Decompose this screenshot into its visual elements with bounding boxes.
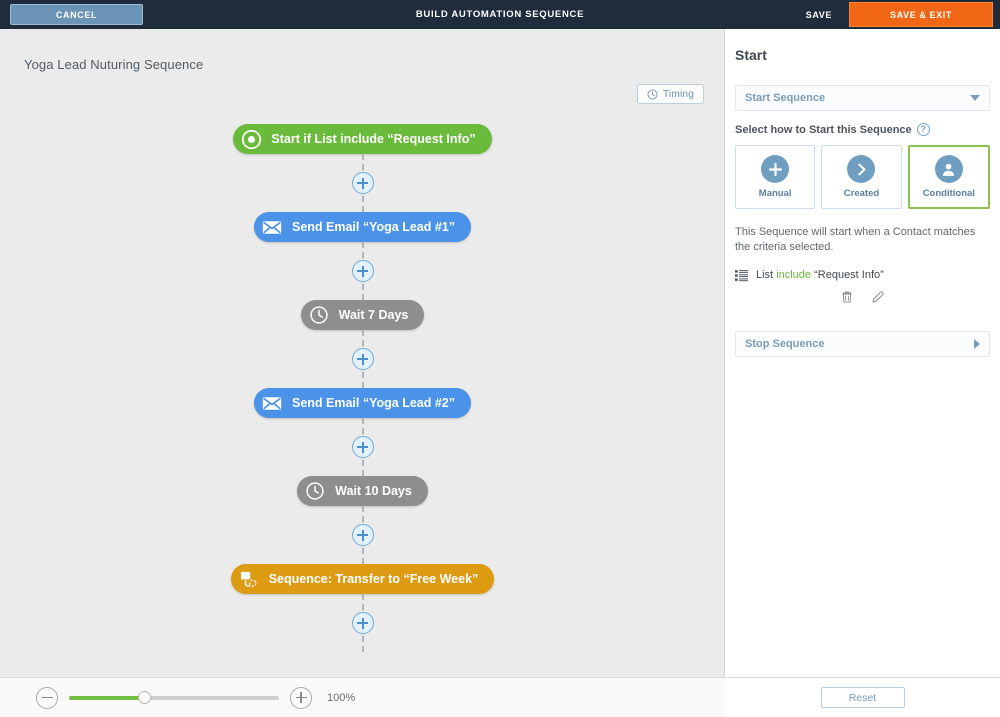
start-type-card-label: Created [843, 188, 880, 199]
timing-button[interactable]: Timing [636, 84, 704, 104]
zoom-slider[interactable] [69, 691, 279, 704]
sequence-canvas[interactable]: Yoga Lead Nuturing Sequence Timing Start… [0, 29, 725, 677]
properties-panel: Start Start Sequence Select how to Start… [725, 29, 1000, 677]
select-how-label: Select how to Start this Sequence [735, 123, 912, 136]
clock-icon [304, 480, 326, 502]
zoom-level-value: 100% [327, 691, 356, 704]
connector [350, 154, 376, 212]
chevron-right-icon [847, 155, 876, 183]
start-type-card-label: Manual [758, 188, 792, 199]
automation-builder-app: CANCEL BUILD AUTOMATION SEQUENCE SAVE SA… [0, 0, 1000, 717]
criteria-row: List include “Request Info” [735, 269, 990, 282]
stop-sequence-value: Stop Sequence [745, 337, 825, 350]
envelope-icon [261, 216, 283, 238]
start-sequence-value: Start Sequence [745, 92, 826, 104]
zoom-out-button[interactable] [36, 686, 58, 709]
sequence-node-wait-1[interactable]: Wait 7 Days [300, 300, 425, 330]
sequence-node-label: Start if List include “Request Info” [271, 132, 476, 146]
plus-circle-icon [761, 155, 790, 183]
criteria-field: List [756, 269, 774, 282]
add-step-button[interactable] [351, 348, 374, 370]
panel-title: Start [735, 47, 767, 63]
save-and-exit-button[interactable]: SAVE & EXIT [849, 2, 993, 27]
sequence-flow: Start if List include “Request Info” Sen… [0, 124, 725, 652]
zoom-in-button[interactable] [290, 686, 312, 709]
list-icon [735, 269, 748, 281]
reset-button[interactable]: Reset [820, 687, 905, 708]
sequence-node-email-1[interactable]: Send Email “Yoga Lead #1” [253, 212, 471, 242]
chevron-right-icon [974, 338, 980, 349]
criteria-operator: include [776, 269, 812, 282]
add-step-button[interactable] [351, 172, 374, 194]
connector [350, 506, 376, 564]
add-step-button[interactable] [351, 436, 374, 458]
start-sequence-dropdown[interactable]: Start Sequence [735, 85, 990, 111]
start-type-card-manual[interactable]: Manual [735, 145, 816, 209]
sequence-node-wait-2[interactable]: Wait 10 Days [297, 476, 428, 506]
person-icon [934, 155, 963, 183]
connector [350, 594, 376, 652]
sequence-node-label: Wait 10 Days [335, 484, 412, 498]
connector [350, 418, 376, 476]
clock-icon [647, 89, 658, 99]
sequence-node-start[interactable]: Start if List include “Request Info” [233, 124, 492, 154]
sequence-node-label: Sequence: Transfer to “Free Week” [268, 572, 479, 586]
clock-icon [308, 304, 330, 326]
top-bar: CANCEL BUILD AUTOMATION SEQUENCE SAVE SA… [0, 0, 1000, 29]
zoom-bar: 100% [0, 677, 725, 717]
criteria-value: “Request Info” [814, 269, 884, 282]
add-step-button[interactable] [351, 260, 374, 282]
start-type-card-conditional[interactable]: Conditional [907, 145, 990, 209]
envelope-icon [261, 392, 283, 414]
panel-footer: Reset [725, 677, 1000, 717]
zoom-slider-fill [69, 695, 145, 700]
select-how-label-row: Select how to Start this Sequence ? [735, 123, 1000, 136]
chevron-down-icon [970, 95, 980, 101]
criteria-text: List include “Request Info” [756, 269, 884, 281]
connector [350, 242, 376, 300]
start-type-card-label: Conditional [922, 188, 975, 199]
trash-icon[interactable] [840, 290, 854, 309]
help-icon[interactable]: ? [916, 123, 930, 136]
sequence-node-label: Wait 7 Days [338, 308, 409, 322]
timing-label: Timing [662, 88, 694, 100]
sequence-node-label: Send Email “Yoga Lead #2” [291, 396, 455, 410]
save-button[interactable]: SAVE [806, 10, 832, 20]
start-type-card-created[interactable]: Created [821, 145, 902, 209]
add-step-button[interactable] [351, 524, 374, 546]
zoom-slider-knob[interactable] [138, 691, 152, 704]
transfer-icon [238, 568, 260, 590]
criteria-actions [725, 290, 1000, 309]
sequence-node-label: Send Email “Yoga Lead #1” [291, 220, 455, 234]
sequence-node-transfer[interactable]: Sequence: Transfer to “Free Week” [230, 564, 495, 594]
add-step-button[interactable] [351, 612, 374, 634]
panel-description: This Sequence will start when a Contact … [735, 226, 976, 253]
start-type-cards: Manual Created Conditional [735, 145, 990, 209]
pencil-icon[interactable] [871, 290, 885, 309]
stop-sequence-dropdown[interactable]: Stop Sequence [735, 330, 990, 357]
target-icon [240, 128, 262, 150]
top-bar-actions: SAVE SAVE & EXIT [806, 0, 1000, 29]
sequence-title[interactable]: Yoga Lead Nuturing Sequence [24, 57, 203, 72]
sequence-node-email-2[interactable]: Send Email “Yoga Lead #2” [253, 388, 471, 418]
connector [350, 330, 376, 388]
